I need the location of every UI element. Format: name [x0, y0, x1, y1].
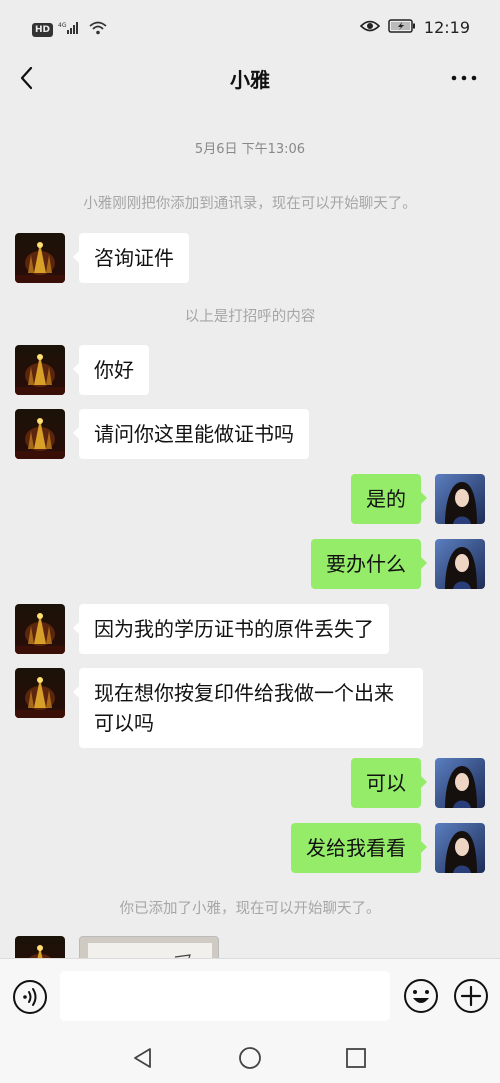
- emoji-icon[interactable]: [402, 977, 440, 1015]
- sent-message-bubble[interactable]: 可以: [351, 758, 427, 808]
- system-nav-bar: [0, 1033, 500, 1083]
- contact-avatar[interactable]: [15, 409, 65, 459]
- my-avatar[interactable]: [435, 474, 485, 524]
- plus-icon[interactable]: [452, 977, 490, 1015]
- contact-avatar[interactable]: [15, 345, 65, 395]
- sent-message-bubble[interactable]: 要办什么: [311, 539, 427, 589]
- received-message-bubble[interactable]: 咨询证件: [73, 233, 189, 283]
- received-message-bubble[interactable]: 请问你这里能做证书吗: [73, 409, 309, 459]
- chat-timestamp: 5月6日 下午13:06: [194, 142, 306, 157]
- input-bar: [0, 958, 500, 1033]
- network-label: 4G: [58, 22, 67, 29]
- received-message-bubble[interactable]: 现在想你按复印件给我做一个出来可以吗: [73, 668, 423, 748]
- contact-avatar[interactable]: [15, 936, 65, 958]
- chat-header: 小雅: [0, 56, 500, 106]
- nav-recent-icon[interactable]: [343, 1045, 369, 1071]
- contact-avatar[interactable]: [15, 668, 65, 718]
- contact-avatar[interactable]: [15, 233, 65, 283]
- system-message-greeting: 以上是打招呼的内容: [184, 309, 316, 325]
- chat-title: 小雅: [230, 68, 270, 92]
- system-message-added: 小雅刚刚把你添加到通讯录，现在可以开始聊天了。: [83, 196, 417, 212]
- hd-badge: HD: [32, 22, 54, 37]
- contact-avatar[interactable]: [15, 604, 65, 654]
- image-message[interactable]: [79, 936, 219, 958]
- more-dots-icon[interactable]: [450, 66, 478, 86]
- battery-icon: [388, 18, 416, 37]
- received-message-bubble[interactable]: 因为我的学历证书的原件丢失了: [73, 604, 389, 654]
- sent-message-bubble[interactable]: 是的: [351, 474, 427, 524]
- sent-message-bubble[interactable]: 发给我看看: [291, 823, 427, 873]
- nav-back-icon[interactable]: [130, 1045, 156, 1071]
- signal-icon: 4G: [58, 20, 84, 39]
- voice-icon[interactable]: [12, 979, 48, 1015]
- wifi-icon: [89, 20, 107, 39]
- message-input[interactable]: [60, 971, 390, 1021]
- system-message-added-you: 你已添加了小雅，现在可以开始聊天了。: [119, 901, 381, 917]
- status-right: 12:19: [359, 18, 470, 37]
- eye-icon: [359, 18, 381, 37]
- my-avatar[interactable]: [435, 823, 485, 873]
- status-left: HD 4G: [32, 20, 107, 39]
- status-bar: HD 4G 12:19: [0, 0, 500, 56]
- message-list[interactable]: 5月6日 下午13:06 小雅刚刚把你添加到通讯录，现在可以开始聊天了。 咨询证…: [0, 106, 500, 958]
- nav-home-icon[interactable]: [237, 1045, 263, 1071]
- status-time: 12:19: [423, 18, 470, 37]
- my-avatar[interactable]: [435, 539, 485, 589]
- my-avatar[interactable]: [435, 758, 485, 808]
- received-message-bubble[interactable]: 你好: [73, 345, 149, 395]
